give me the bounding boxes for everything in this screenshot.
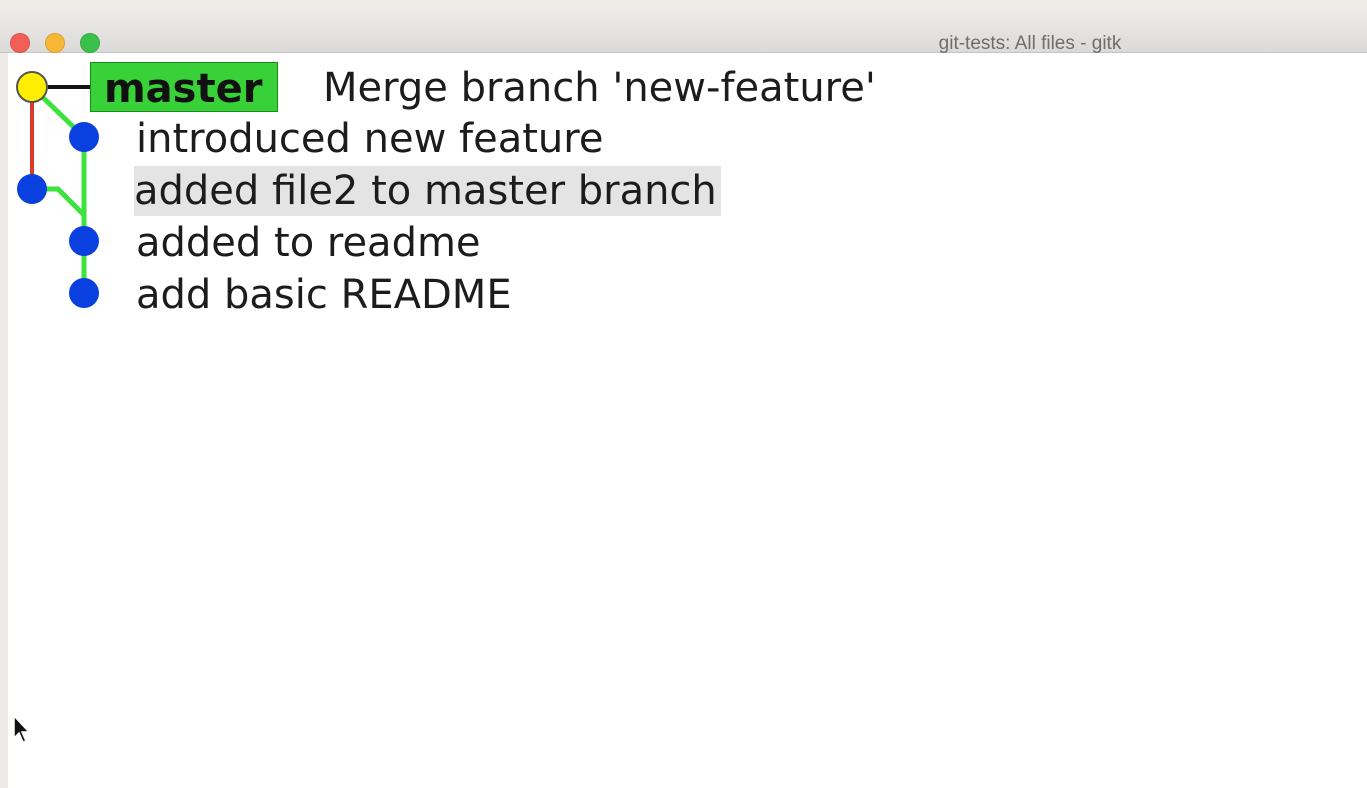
commit-row-basic-readme[interactable]: add basic README — [136, 270, 512, 320]
commit-row-introduced[interactable]: introduced new feature — [136, 114, 603, 164]
commit-node-basic-readme — [69, 278, 99, 308]
commit-row-merge[interactable]: Merge branch 'new-feature' — [323, 63, 876, 113]
commit-row-readme[interactable]: added to readme — [136, 218, 481, 268]
commit-node-readme — [69, 226, 99, 256]
close-window-button[interactable] — [10, 33, 30, 53]
title-bar[interactable]: git-tests: All files - gitk — [0, 12, 1367, 54]
top-strip — [0, 0, 1367, 12]
commit-node-introduced — [69, 122, 99, 152]
minimize-window-button[interactable] — [45, 33, 65, 53]
branch-tag-label: master — [104, 66, 263, 112]
commit-node-merge — [16, 71, 48, 103]
commit-node-file2 — [17, 174, 47, 204]
zoom-window-button[interactable] — [80, 33, 100, 53]
mouse-pointer-icon — [13, 714, 31, 743]
commit-list-pane[interactable]: master Merge branch 'new-feature' introd… — [0, 53, 1367, 788]
commit-row-file2[interactable]: added file2 to master branch — [134, 166, 721, 216]
gitk-window: git-tests: All files - gitk master Merge — [0, 0, 1367, 788]
